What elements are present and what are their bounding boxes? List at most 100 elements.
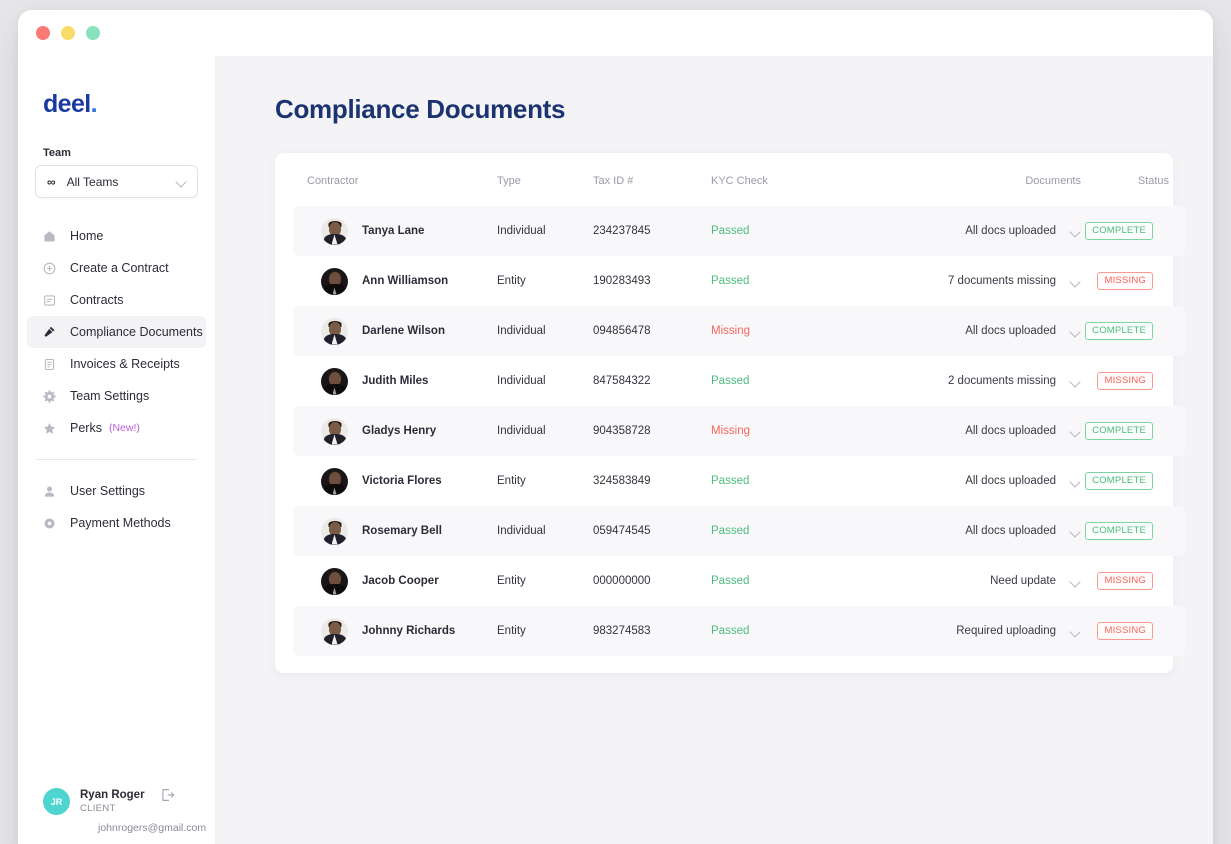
status-wrapper: MISSING	[1081, 372, 1169, 390]
chevron-down-icon[interactable]	[1070, 276, 1081, 287]
table-row[interactable]: Judith Miles Individual 847584322 Passed 2 d…	[293, 356, 1185, 406]
user-icon	[43, 485, 56, 498]
chevron-down-icon[interactable]	[1070, 526, 1081, 537]
cell-kyc-check: Passed	[711, 456, 911, 506]
column-header-type: Type	[497, 175, 521, 187]
column-header-kyc-check: KYC Check	[711, 175, 768, 187]
contractor-cell: Victoria Flores	[307, 467, 497, 495]
sidebar-item-home[interactable]: Home	[18, 220, 215, 252]
sidebar-item-label: User Settings	[70, 484, 146, 498]
sidebar-item-label: Invoices & Receipts	[70, 357, 180, 371]
app-body: deel. Team ∞ All Teams Home Create a Con…	[18, 56, 1213, 844]
cell-kyc-check: Passed	[711, 256, 911, 306]
status-badge: MISSING	[1097, 622, 1153, 640]
kyc-status-text: Passed	[711, 525, 750, 537]
table-header-row: Contractor Type Tax ID # KYC Check Docum…	[293, 153, 1185, 206]
user-name: Ryan Roger	[80, 789, 145, 801]
cell-status: MISSING	[1081, 606, 1185, 656]
table-row[interactable]: Ann Williamson Entity 190283493 Passed 7 doc…	[293, 256, 1185, 306]
cell-contractor: Gladys Henry	[293, 406, 497, 456]
status-wrapper: COMPLETE	[1081, 222, 1169, 240]
contractor-avatar	[321, 367, 348, 395]
avatar: JR	[43, 788, 70, 815]
sidebar-item-create-a-contract[interactable]: Create a Contract	[18, 252, 215, 284]
cell-contractor: Victoria Flores	[293, 456, 497, 506]
page-title: Compliance Documents	[275, 94, 566, 124]
chevron-down-icon[interactable]	[1070, 226, 1081, 237]
cell-documents: All docs uploaded	[911, 506, 1081, 556]
documents-dropdown[interactable]: All docs uploaded	[911, 425, 1081, 437]
cell-kyc-check: Missing	[711, 406, 911, 456]
team-selector[interactable]: ∞ All Teams	[35, 165, 198, 198]
sidebar-item-label: Payment Methods	[70, 516, 171, 530]
cell-kyc-check: Missing	[711, 306, 911, 356]
documents-dropdown[interactable]: Need update	[911, 575, 1081, 587]
documents-dropdown[interactable]: 7 documents missing	[911, 275, 1081, 287]
sidebar-item-contracts[interactable]: Contracts	[18, 284, 215, 316]
cell-tax-id: 324583849	[593, 475, 651, 487]
documents-dropdown[interactable]: All docs uploaded	[911, 525, 1081, 537]
cell-documents: 2 documents missing	[911, 356, 1081, 406]
cell-kyc-check: Passed	[711, 506, 911, 556]
sidebar-item-user-settings[interactable]: User Settings	[18, 475, 215, 507]
cell-contractor: Johnny Richards	[293, 606, 497, 656]
main-content: Compliance Documents Contractor Type Tax…	[215, 56, 1213, 844]
status-wrapper: COMPLETE	[1081, 322, 1169, 340]
maximize-window-button[interactable]	[86, 26, 100, 40]
status-wrapper: MISSING	[1081, 572, 1169, 590]
cell-status: MISSING	[1081, 256, 1185, 306]
table-row[interactable]: Johnny Richards Entity 983274583 Passed Requ…	[293, 606, 1185, 656]
table-row[interactable]: Victoria Flores Entity 324583849 Passed All …	[293, 456, 1185, 506]
chevron-down-icon[interactable]	[1070, 476, 1081, 487]
cell-status: COMPLETE	[1081, 306, 1185, 356]
sidebar-item-payment-methods[interactable]: Payment Methods	[18, 507, 215, 539]
documents-dropdown[interactable]: All docs uploaded	[911, 225, 1081, 237]
sidebar-item-invoices-receipts[interactable]: Invoices & Receipts	[18, 348, 215, 380]
cell-tax-id: 234237845	[593, 206, 711, 256]
plus-circle-icon	[43, 262, 56, 275]
cell-documents: All docs uploaded	[911, 206, 1081, 256]
table-row[interactable]: Gladys Henry Individual 904358728 Missing Al…	[293, 406, 1185, 456]
table-row[interactable]: Jacob Cooper Entity 000000000 Passed Need up…	[293, 556, 1185, 606]
logout-icon[interactable]	[161, 788, 175, 807]
documents-dropdown[interactable]: Required uploading	[911, 625, 1081, 637]
cell-contractor: Judith Miles	[293, 356, 497, 406]
column-header-documents: Documents	[1025, 175, 1081, 187]
documents-dropdown[interactable]: All docs uploaded	[911, 475, 1081, 487]
documents-dropdown[interactable]: All docs uploaded	[911, 325, 1081, 337]
chevron-down-icon[interactable]	[1070, 326, 1081, 337]
kyc-status-text: Missing	[711, 425, 750, 437]
cell-type: Entity	[497, 606, 593, 656]
cell-kyc-check: Passed	[711, 606, 911, 656]
sidebar-item-perks[interactable]: Perks (New!)	[18, 412, 215, 444]
chevron-down-icon[interactable]	[1070, 426, 1081, 437]
status-wrapper: MISSING	[1081, 272, 1169, 290]
table-row[interactable]: Tanya Lane Individual 234237845 Passed All d…	[293, 206, 1185, 256]
contractor-avatar	[321, 567, 348, 595]
cell-documents: All docs uploaded	[911, 456, 1081, 506]
status-badge: COMPLETE	[1085, 472, 1153, 490]
documents-dropdown[interactable]: 2 documents missing	[911, 375, 1081, 387]
cell-contractor: Jacob Cooper	[293, 556, 497, 606]
sidebar-item-label: Compliance Documents	[70, 325, 203, 339]
deel-logo[interactable]: deel.	[43, 90, 215, 119]
minimize-window-button[interactable]	[61, 26, 75, 40]
chevron-down-icon[interactable]	[1070, 376, 1081, 387]
cell-contractor: Tanya Lane	[293, 206, 497, 256]
close-window-button[interactable]	[36, 26, 50, 40]
sidebar-item-compliance-documents[interactable]: Compliance Documents	[27, 316, 206, 348]
infinity-icon: ∞	[47, 174, 56, 189]
cell-tax-id: 847584322	[593, 375, 651, 387]
browser-window: deel. Team ∞ All Teams Home Create a Con…	[18, 10, 1213, 844]
table-row[interactable]: Rosemary Bell Individual 059474545 Passed Al…	[293, 506, 1185, 556]
cell-tax-id: 059474545	[593, 506, 711, 556]
table-row[interactable]: Darlene Wilson Individual 094856478 Missing…	[293, 306, 1185, 356]
chevron-down-icon[interactable]	[1070, 626, 1081, 637]
documents-label: All docs uploaded	[965, 475, 1056, 487]
contractor-cell: Rosemary Bell	[307, 517, 497, 545]
chevron-down-icon[interactable]	[1070, 576, 1081, 587]
user-account-panel: JR Ryan Roger CLIENT johnrogers@gmail.co…	[18, 788, 215, 834]
cell-contractor: Ann Williamson	[293, 256, 497, 306]
sidebar-item-team-settings[interactable]: Team Settings	[18, 380, 215, 412]
contractor-avatar	[321, 267, 348, 295]
